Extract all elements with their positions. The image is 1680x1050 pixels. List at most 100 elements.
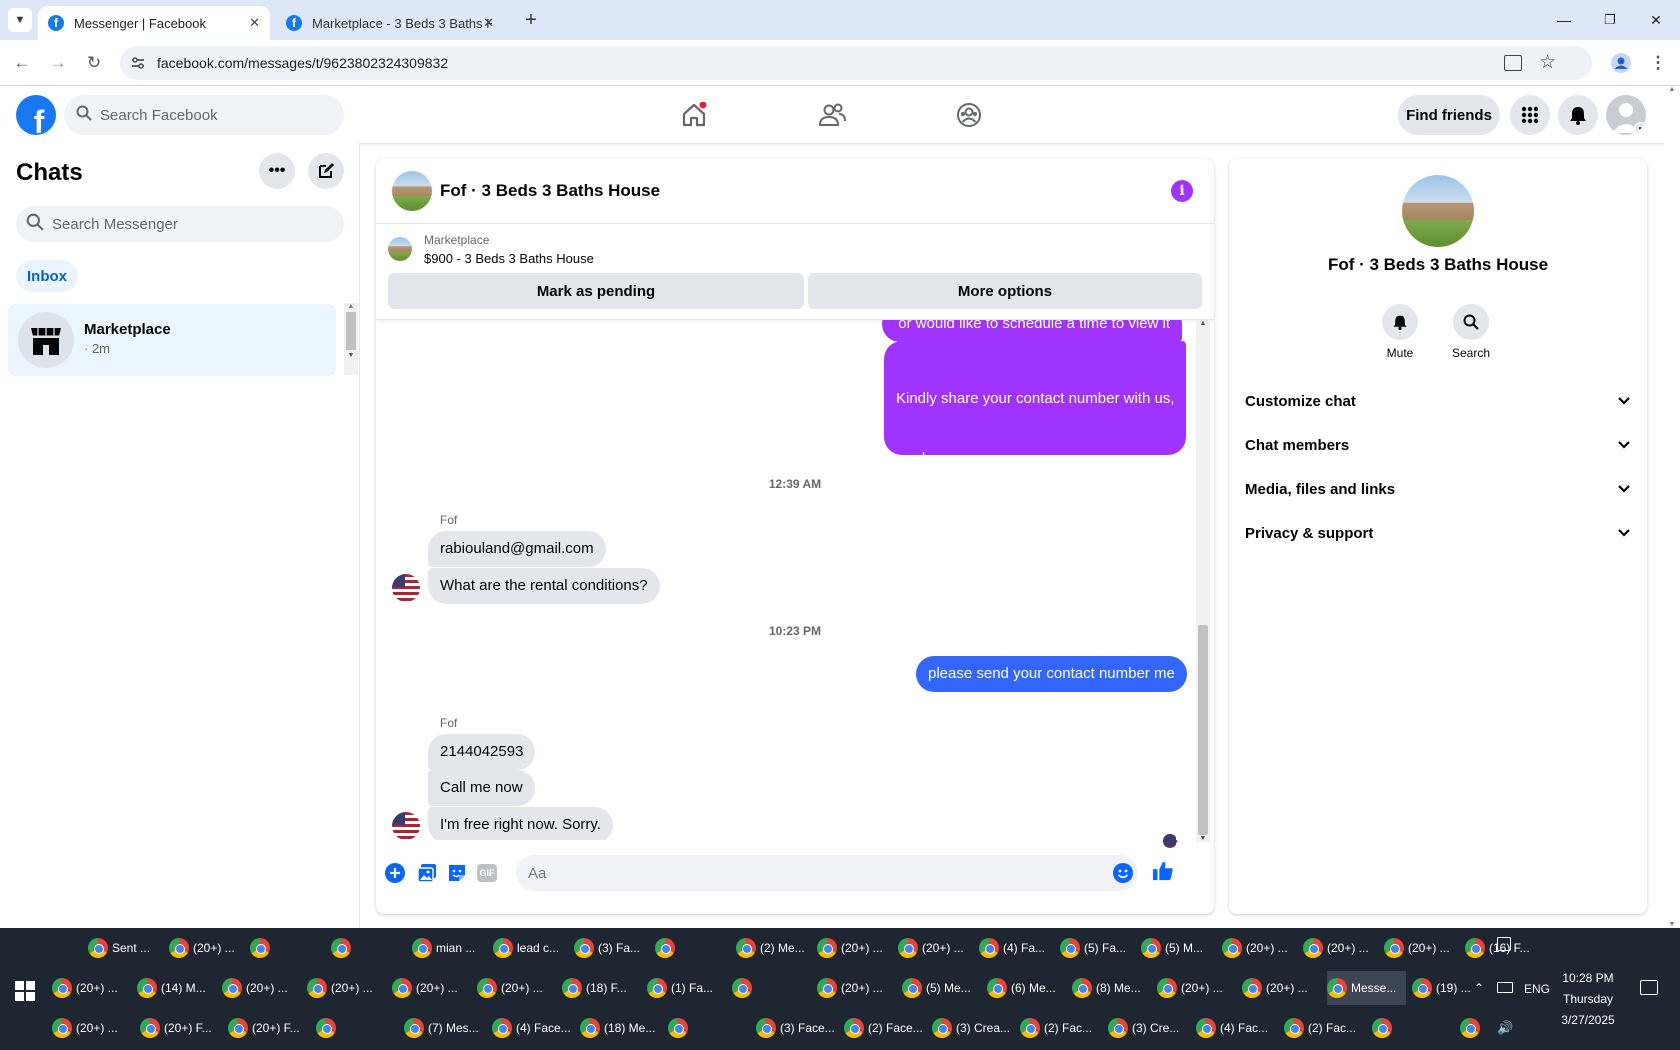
taskbar-app-button[interactable] [668,1011,750,1045]
taskbar-app-button[interactable]: (5) M... [1141,931,1216,965]
taskbar-app-button[interactable] [316,1011,398,1045]
forward-icon[interactable]: → [45,50,71,76]
minimize-icon[interactable]: — [1541,0,1587,40]
taskbar-app-button[interactable]: (20+) ... [1384,931,1459,965]
message-sent-contact-request[interactable]: Kindly share your contact number with us… [884,341,1186,647]
photo-gallery-icon[interactable] [416,862,438,884]
install-app-icon[interactable] [1504,55,1522,71]
tab-messenger[interactable]: f Messenger | Facebook ✕ [38,6,270,40]
message-received[interactable]: Call me now [428,770,535,806]
home-icon[interactable] [677,98,711,132]
conversation-info-icon[interactable]: i [1171,180,1193,202]
taskbar-app-button[interactable]: (5) Me... [902,971,981,1005]
close-tab-icon[interactable]: ✕ [249,15,260,31]
taskbar-app-button[interactable]: (20+) ... [1222,931,1297,965]
facebook-logo-icon[interactable]: f [16,95,56,135]
taskbar-app-button[interactable]: (20+) ... [817,971,896,1005]
media-files-links-section[interactable]: Media, files and links [1245,469,1631,509]
taskbar-clock[interactable]: 10:28 PM Thursday 3/27/2025 [1540,968,1636,1031]
message-received[interactable]: 2144042593 [428,734,536,770]
taskbar-app-button[interactable]: (4) Fa... [979,931,1054,965]
friends-icon[interactable] [815,98,849,132]
scrollbar-thumb[interactable] [1198,625,1208,835]
new-tab-icon[interactable]: + [519,8,543,32]
taskbar-app-button[interactable]: (20+) ... [898,931,973,965]
account-chevron-icon[interactable]: ▼ [1634,122,1646,135]
taskbar-app-button[interactable] [331,931,406,965]
taskbar-app-button[interactable]: (2) Fac... [1020,1011,1102,1045]
inbox-filter-button[interactable]: Inbox [16,260,78,292]
taskbar-app-button[interactable]: (20+) F... [228,1011,310,1045]
conversation-avatar[interactable] [392,171,432,211]
taskbar-app-button[interactable]: (4) Fac... [1196,1011,1278,1045]
page-scrollbar[interactable]: ▲ ▼ [1664,86,1680,928]
taskbar-app-button[interactable]: (20+) F... [140,1011,222,1045]
more-options-button[interactable]: More options [808,273,1202,309]
scrollbar-thumb[interactable] [346,312,356,350]
taskbar-app-button[interactable]: lead c... [493,931,568,965]
customize-chat-section[interactable]: Customize chat [1245,381,1631,421]
taskbar-app-button[interactable]: (20+) ... [169,931,244,965]
chat-info-avatar[interactable] [1402,175,1474,247]
taskbar-app-button[interactable] [655,931,730,965]
taskbar-app-button[interactable]: (20+) ... [52,1011,134,1045]
listing-thumbnail[interactable] [388,237,412,261]
taskbar-app-button[interactable]: (2) Face... [844,1011,926,1045]
message-sent-partial[interactable]: or would like to schedule a time to view… [882,320,1182,342]
sender-avatar[interactable] [392,574,420,602]
task-view-icon[interactable] [1497,937,1511,951]
account-avatar[interactable]: ▼ [1606,95,1646,135]
taskbar-app-button[interactable]: (20+) ... [1157,971,1236,1005]
taskbar-app-button[interactable]: (20+) ... [307,971,386,1005]
taskbar-app-button[interactable] [1372,1011,1454,1045]
chat-list-scrollbar[interactable]: ▲ ▼ [344,303,358,375]
taskbar-app-button[interactable]: (20+) ... [817,931,892,965]
message-received[interactable]: I'm free right now. Sorry. [428,807,613,840]
site-info-icon[interactable] [130,55,146,71]
close-window-icon[interactable]: ✕ [1633,0,1679,40]
notifications-icon[interactable] [1640,980,1658,995]
mark-as-pending-button[interactable]: Mark as pending [388,273,804,309]
taskbar-app-button[interactable]: (5) Fa... [1060,931,1135,965]
taskbar-app-button[interactable]: (1) Fa... [647,971,726,1005]
listing-price-title[interactable]: $900 - 3 Beds 3 Baths House [424,251,594,266]
taskbar-app-button[interactable]: (6) Me... [987,971,1066,1005]
message-received[interactable]: rabiouland@gmail.com [428,531,606,567]
sender-avatar[interactable] [392,812,420,840]
reload-icon[interactable]: ↻ [81,50,107,76]
network-icon[interactable] [1497,982,1513,993]
scroll-up-arrow-icon[interactable]: ▲ [1196,320,1210,327]
taskbar-app-button[interactable]: (20+) ... [52,971,131,1005]
taskbar-app-button[interactable]: (2) Fac... [1284,1011,1366,1045]
taskbar-app-button[interactable] [732,971,811,1005]
back-icon[interactable]: ← [9,50,35,76]
profile-icon[interactable] [1608,50,1634,76]
taskbar-app-button[interactable]: (20+) ... [222,971,301,1005]
scroll-up-arrow-icon[interactable]: ▲ [344,303,358,310]
scroll-down-arrow-icon[interactable]: ▼ [344,352,358,359]
taskbar-app-button[interactable]: Messe... [1327,971,1406,1005]
conversation-title[interactable]: Fof · 3 Beds 3 Baths House [440,181,660,201]
taskbar-app-button[interactable]: (18) F... [562,971,641,1005]
mute-action[interactable]: Mute [1370,304,1430,360]
speaker-icon[interactable]: 🔊 [1497,1020,1513,1036]
message-sent[interactable]: please send your contact number me [916,656,1187,692]
taskbar-app-button[interactable]: (20+) ... [1242,971,1321,1005]
taskbar-app-button[interactable]: (3) Face... [756,1011,838,1045]
sticker-icon[interactable] [446,862,468,884]
taskbar-app-button[interactable]: (20+) ... [392,971,471,1005]
taskbar-app-button[interactable]: (4) Face... [492,1011,574,1045]
taskbar-app-button[interactable]: (3) Cre... [1108,1011,1190,1045]
tab-marketplace[interactable]: f Marketplace - 3 Beds 3 Baths H ✕ [276,6,508,40]
mute-bell-icon[interactable] [1382,304,1418,340]
find-friends-button[interactable]: Find friends [1398,95,1500,135]
chat-members-section[interactable]: Chat members [1245,425,1631,465]
bookmark-star-icon[interactable]: ☆ [1539,51,1556,74]
thread-scrollbar[interactable]: ▲ ▼ [1196,320,1210,842]
thumbs-up-icon[interactable] [1152,860,1174,882]
close-tab-icon[interactable]: ✕ [483,15,494,31]
system-tray-chevron-icon[interactable]: ⌃ [1474,981,1484,995]
windows-start-icon[interactable] [15,981,35,1001]
tab-search-chevron-icon[interactable]: ▼ [8,8,32,32]
scroll-up-arrow-icon[interactable]: ▲ [1664,86,1680,93]
